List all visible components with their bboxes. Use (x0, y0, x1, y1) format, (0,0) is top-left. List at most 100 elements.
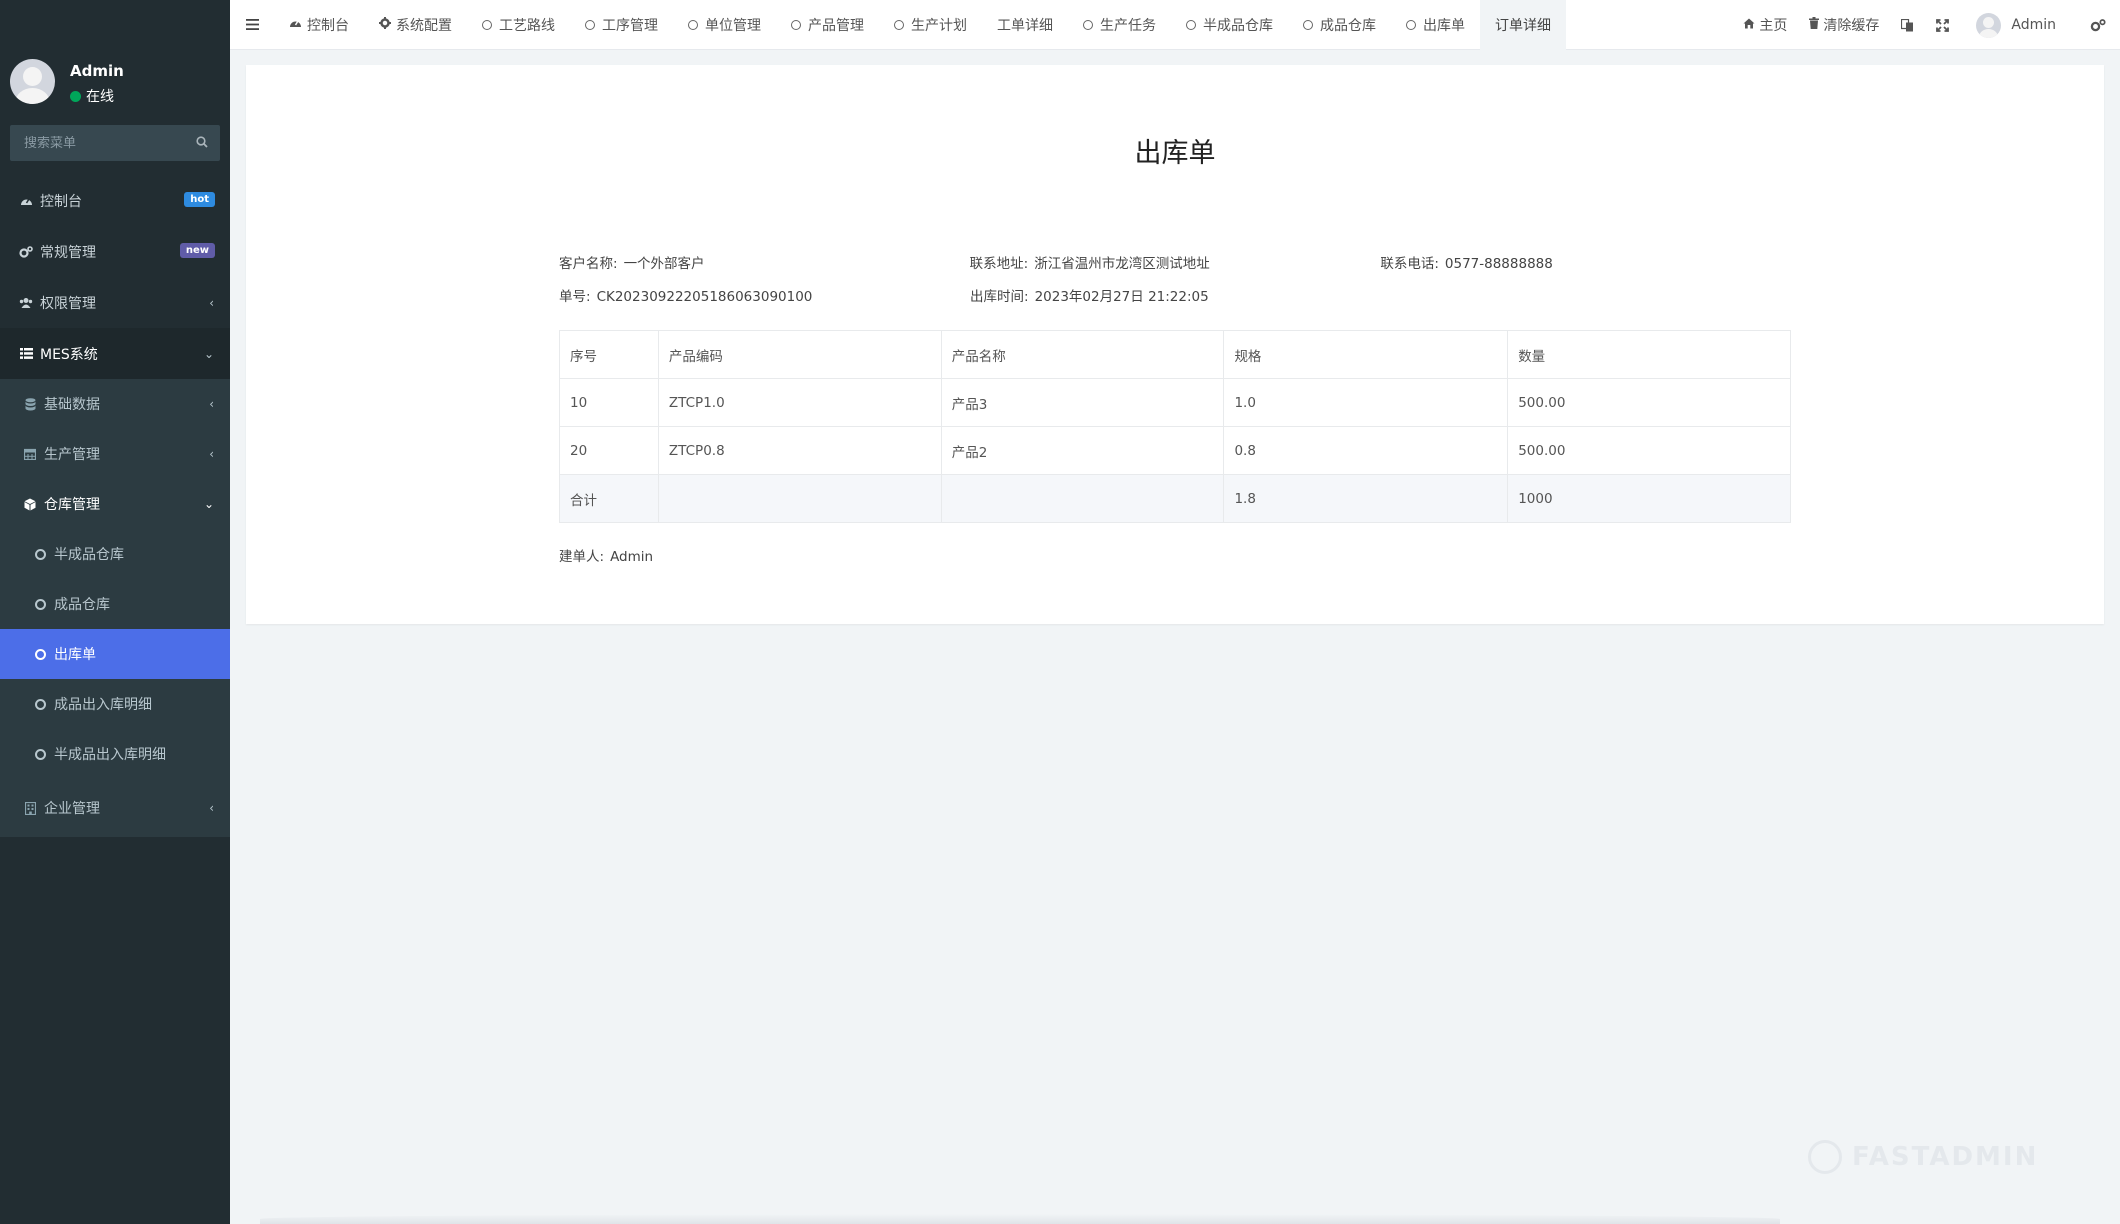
table-header-row: 序号 产品编码 产品名称 规格 数量 (559, 330, 1791, 379)
sidebar-item-enterprise[interactable]: 企业管理 ‹ (0, 779, 230, 837)
circle-icon (482, 19, 492, 30)
tab-finished-warehouse[interactable]: 成品仓库 (1288, 0, 1391, 50)
clear-cache-button[interactable]: 清除缓存 (1798, 0, 1890, 50)
tab-outbound[interactable]: 出库单 (1391, 0, 1480, 50)
menu-search[interactable] (10, 125, 220, 161)
tab-label: 订单详细 (1495, 17, 1551, 34)
divider (260, 1214, 1780, 1224)
table-cell (940, 474, 1225, 523)
sidebar-item-basic-data[interactable]: 基础数据 ‹ (0, 379, 230, 429)
tab-operations[interactable]: 工序管理 (570, 0, 673, 50)
tab-label: 产品管理 (808, 17, 864, 34)
circle-icon (585, 19, 595, 30)
tab-label: 半成品仓库 (1203, 17, 1273, 34)
search-icon[interactable] (196, 136, 208, 152)
sidebar-item-semi-warehouse[interactable]: 半成品仓库 (0, 529, 230, 579)
sidebar-item-warehouse[interactable]: 仓库管理 ⌄ (0, 479, 230, 529)
table-cell: 1.0 (1223, 378, 1509, 427)
sidebar-item-semi-detail[interactable]: 半成品出入库明细 (0, 729, 230, 779)
tab-process-route[interactable]: 工艺路线 (467, 0, 570, 50)
sidebar-item-label: 基础数据 (44, 397, 100, 413)
phone-field: 联系电话: 0577-88888888 (1380, 252, 1791, 272)
sidebar-item-label: 成品出入库明细 (54, 697, 152, 713)
clear-cache-label: 清除缓存 (1823, 18, 1880, 34)
sidebar-item-production[interactable]: 生产管理 ‹ (0, 429, 230, 479)
tab-label: 工序管理 (602, 17, 658, 34)
logo-icon (1808, 1140, 1842, 1174)
circle-icon (1406, 19, 1416, 30)
info-row: 单号: CK20230922205186063090100 出库时间: 2023年0… (559, 278, 1791, 311)
tab-label: 成品仓库 (1320, 17, 1376, 34)
tab-system-config[interactable]: 系统配置 (364, 0, 467, 50)
dashboard-icon (18, 195, 34, 207)
user-menu[interactable]: Admin (1960, 0, 2076, 50)
building-icon (22, 801, 38, 815)
tab-label: 工单详细 (997, 17, 1053, 34)
user-status-label: 在线 (86, 89, 114, 105)
sidebar-item-label: 常规管理 (40, 244, 96, 261)
table-row: 10 ZTCP1.0 产品3 1.0 500.00 (559, 378, 1791, 427)
home-label: 主页 (1759, 18, 1788, 34)
user-name: Admin (70, 62, 124, 80)
table-cell: 0.8 (1223, 426, 1509, 475)
tab-label: 工艺路线 (499, 17, 555, 34)
sidebar-item-finished-detail[interactable]: 成品出入库明细 (0, 679, 230, 729)
column-header: 产品名称 (940, 330, 1225, 379)
home-link[interactable]: 主页 (1732, 0, 1798, 50)
column-header: 数量 (1507, 330, 1791, 379)
calendar-icon (22, 448, 38, 460)
tab-order-detail[interactable]: 订单详细 (1480, 0, 1566, 50)
table-row: 20 ZTCP0.8 产品2 0.8 500.00 (559, 426, 1791, 475)
tab-work-order-detail[interactable]: 工单详细 (982, 0, 1068, 50)
language-icon[interactable] (1890, 0, 1925, 50)
circle-icon (35, 698, 46, 710)
tab-semi-warehouse[interactable]: 半成品仓库 (1171, 0, 1288, 50)
sidebar-item-permissions[interactable]: 权限管理 ‹ (0, 277, 230, 328)
table-cell: ZTCP1.0 (657, 378, 942, 427)
tab-label: 控制台 (307, 17, 349, 34)
circle-icon (35, 748, 46, 760)
fullscreen-icon[interactable] (1925, 0, 1960, 50)
circle-icon (791, 19, 801, 30)
menu-search-input[interactable] (10, 135, 190, 151)
sidebar-item-label: 生产管理 (44, 447, 100, 463)
top-navbar: 控制台 系统配置 工艺路线 工序管理 单位管理 产品管理 生产计划 工单详细 生… (230, 0, 2120, 50)
table-cell (657, 474, 942, 523)
tab-label: 系统配置 (396, 17, 452, 34)
tab-production-plan[interactable]: 生产计划 (879, 0, 982, 50)
sidebar-item-label: 仓库管理 (44, 497, 100, 513)
list-icon (18, 348, 34, 359)
settings-cogs-icon[interactable] (2076, 0, 2120, 50)
table-cell: 1.8 (1223, 474, 1509, 523)
tab-units[interactable]: 单位管理 (673, 0, 776, 50)
sidebar-item-mes[interactable]: MES系统 ⌄ (0, 328, 230, 379)
creator-label: 建单人: (559, 549, 605, 565)
sidebar-item-finished-warehouse[interactable]: 成品仓库 (0, 579, 230, 629)
sidebar-item-dashboard[interactable]: 控制台 hot (0, 175, 230, 226)
sidebar-item-general[interactable]: 常规管理 new (0, 226, 230, 277)
table-cell: 1000 (1507, 474, 1791, 523)
tab-label: 出库单 (1423, 17, 1465, 34)
number-field: 单号: CK20230922205186063090100 (559, 285, 970, 305)
customer-label: 客户名称: (559, 255, 618, 272)
table-cell: 产品3 (940, 378, 1225, 427)
chevron-left-icon: ‹ (209, 447, 214, 461)
mes-submenu: 基础数据 ‹ 生产管理 ‹ 仓库管理 ⌄ 半成品仓库 成品仓库 出库单 成品出入… (0, 379, 230, 837)
user-avatar[interactable] (10, 59, 55, 104)
sidebar-item-outbound[interactable]: 出库单 (0, 629, 230, 679)
dashboard-icon (289, 17, 302, 32)
menu-toggle-icon[interactable] (230, 0, 274, 50)
tab-products[interactable]: 产品管理 (776, 0, 879, 50)
circle-icon (894, 19, 904, 30)
warehouse-submenu: 半成品仓库 成品仓库 出库单 成品出入库明细 半成品出入库明细 (0, 529, 230, 779)
circle-icon (1083, 19, 1093, 30)
customer-value: 一个外部客户 (623, 255, 705, 272)
tab-production-task[interactable]: 生产任务 (1068, 0, 1171, 50)
new-badge: new (179, 243, 215, 258)
address-label: 联系地址: (969, 255, 1029, 272)
tab-dashboard[interactable]: 控制台 (274, 0, 364, 50)
users-icon (18, 297, 34, 309)
chevron-left-icon: ‹ (209, 801, 214, 815)
circle-icon (35, 648, 46, 660)
address-field: 联系地址: 浙江省温州市龙湾区测试地址 (970, 252, 1381, 272)
